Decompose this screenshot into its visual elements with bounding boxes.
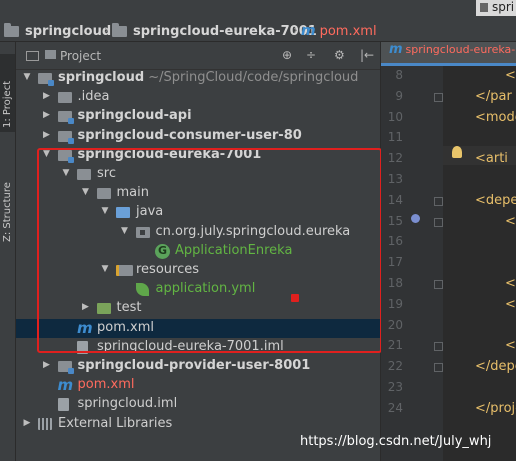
code-line[interactable]: <depe — [475, 193, 516, 208]
tool-window-strip: 1: Project Z: Structure — [0, 42, 16, 461]
scroll-from-source-icon[interactable]: ⊕ — [282, 48, 292, 62]
chevron-right-icon: › — [104, 23, 109, 37]
line-number: 22 — [387, 359, 403, 374]
code-line[interactable]: < — [505, 338, 516, 353]
fold-marker-icon[interactable] — [434, 196, 443, 206]
line-number: 11 — [387, 130, 403, 145]
code-line[interactable]: </par — [475, 89, 512, 104]
lightbulb-icon[interactable] — [452, 146, 462, 158]
folder-icon — [4, 22, 19, 37]
tree-item-label: .idea — [77, 89, 110, 105]
line-number: 14 — [387, 192, 403, 207]
folder-icon — [112, 22, 127, 37]
line-number: 8 — [395, 68, 403, 82]
line-number: 10 — [387, 109, 403, 124]
chevron-right-icon[interactable]: ▶ — [42, 91, 52, 101]
tree-item-label: springcloud-provider-user-8001 — [77, 358, 311, 373]
project-panel-header: Project ⊕ ÷ ⚙ |← — [16, 42, 380, 70]
watermark: https://blog.csdn.net/July_whj — [300, 434, 492, 449]
tree-item-label: pom.xml — [77, 377, 135, 393]
maven-icon: m — [57, 376, 74, 395]
project-view-icon — [26, 51, 39, 61]
line-number: 23 — [387, 380, 403, 394]
tree-row[interactable]: ▶ External Libraries — [16, 415, 380, 434]
annotation-highlight-box — [37, 148, 382, 353]
line-number: 17 — [387, 255, 403, 270]
tab-structure[interactable]: Z: Structure — [0, 138, 15, 248]
code-line[interactable]: <arti — [475, 151, 508, 166]
window-title-partial: spri — [476, 0, 516, 16]
editor-tab-pom[interactable]: m springcloud-eureka-7 — [381, 42, 516, 66]
maven-icon: m — [389, 42, 403, 57]
code-line[interactable]: </project — [475, 401, 516, 416]
tree-item-label: External Libraries — [58, 415, 173, 431]
tree-item-label: springcloud-api — [77, 108, 192, 124]
tab-project[interactable]: 1: Project — [0, 54, 15, 132]
code-line[interactable]: </depe — [475, 359, 516, 374]
chevron-right-icon[interactable]: ▶ — [42, 110, 52, 120]
fold-marker-icon[interactable] — [434, 363, 443, 373]
fold-marker-icon[interactable] — [434, 217, 443, 227]
fold-marker-icon[interactable] — [434, 92, 443, 102]
tree-item-label: springcloud ~/SpringCloud/code/springclo… — [58, 70, 359, 85]
breadcrumb: spri springcloud › springcloud-eureka-70… — [0, 0, 516, 42]
title-strip — [0, 0, 516, 14]
code-line[interactable]: < — [505, 276, 516, 291]
line-number: 20 — [387, 317, 403, 332]
fold-marker-icon[interactable] — [434, 280, 443, 289]
module-folder-icon — [57, 111, 74, 125]
breadcrumb-item-pom[interactable]: m pom.xml — [301, 22, 377, 40]
breadcrumb-item-eureka[interactable]: springcloud-eureka-7001 — [112, 22, 317, 40]
libraries-icon — [38, 417, 52, 430]
fold-marker-icon[interactable] — [434, 342, 443, 352]
line-number: 13 — [387, 172, 403, 186]
module-folder-icon — [38, 73, 54, 86]
line-number: 18 — [387, 276, 403, 290]
line-number: 12 — [387, 151, 403, 166]
line-number: 9 — [395, 88, 403, 103]
tree-row[interactable]: ▶ .idea — [16, 88, 380, 107]
code-line[interactable]: < — [505, 297, 516, 312]
window-icon — [480, 3, 488, 12]
project-panel-title[interactable]: Project — [60, 49, 101, 63]
folder-icon — [45, 50, 56, 59]
line-number: 16 — [387, 234, 403, 249]
hide-panel-icon[interactable]: |← — [360, 48, 374, 62]
tree-item-label: springcloud-consumer-user-80 — [77, 127, 302, 143]
line-number: 15 — [387, 213, 403, 228]
line-number: 19 — [387, 296, 403, 311]
folder-icon — [57, 92, 72, 104]
chevron-right-icon: › — [293, 23, 298, 37]
iml-file-icon — [57, 398, 69, 412]
collapse-all-icon[interactable]: ÷ — [306, 48, 316, 62]
tree-row[interactable]: ▼ springcloud ~/SpringCloud/code/springcl… — [16, 69, 380, 88]
module-folder-icon — [57, 130, 74, 144]
tree-row[interactable]: ▶ springcloud-provider-user-8001 — [16, 357, 380, 376]
line-number: 24 — [387, 400, 403, 415]
code-line[interactable]: <mode — [475, 110, 516, 125]
tree-item-label: springcloud.iml — [77, 396, 178, 412]
gear-icon[interactable]: ⚙ — [334, 48, 345, 62]
chevron-right-icon[interactable]: ▶ — [42, 360, 52, 370]
tree-row[interactable]: springcloud.iml — [16, 395, 380, 414]
tree-item-path: ~/SpringCloud/code/springcloud — [144, 70, 359, 85]
chevron-right-icon[interactable]: ▶ — [22, 418, 32, 428]
module-folder-icon — [57, 361, 74, 374]
code-line[interactable]: < — [505, 68, 516, 83]
tree-row[interactable]: ▶ springcloud-api — [16, 107, 380, 126]
override-marker-icon[interactable] — [411, 214, 420, 223]
annotation-mark — [291, 294, 299, 302]
editor[interactable]: mspringcloud-eureka-7 8 <9 </par 10 <mode 11 1… — [381, 42, 516, 461]
chevron-right-icon[interactable]: ▶ — [42, 130, 52, 140]
breadcrumb-item-springcloud[interactable]: springcloud — [4, 22, 111, 40]
line-number: 21 — [387, 338, 403, 353]
chevron-down-icon[interactable]: ▼ — [22, 72, 32, 82]
maven-icon: m — [301, 23, 316, 39]
tree-row[interactable]: ▶ springcloud-consumer-user-80 — [16, 127, 380, 146]
tree-row[interactable]: m pom.xml — [16, 376, 380, 395]
code-line[interactable]: < — [505, 214, 516, 229]
